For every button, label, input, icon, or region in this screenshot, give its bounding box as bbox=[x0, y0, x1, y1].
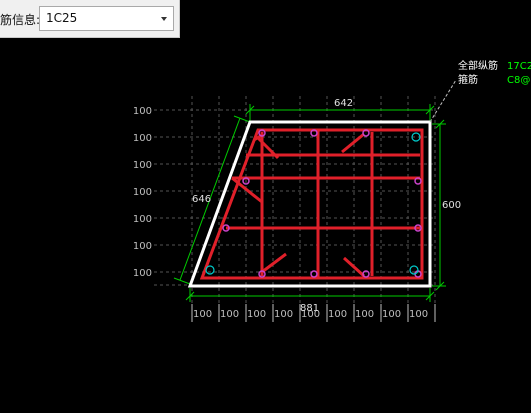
corner-marker bbox=[409, 265, 419, 275]
corner-marker bbox=[205, 265, 215, 275]
left-grid-ticks: 100 100 100 100 100 100 100 bbox=[133, 106, 152, 279]
outer-stirrup bbox=[199, 128, 424, 280]
grid-tick-label: 100 bbox=[274, 309, 293, 320]
dimension-right: 600 bbox=[442, 200, 461, 211]
legend-stirrup-label: 箍筋 bbox=[458, 73, 478, 86]
grid-tick-label: 100 bbox=[133, 268, 152, 279]
grid-tick-label: 100 bbox=[220, 309, 239, 320]
grid-tick-label: 100 bbox=[193, 309, 212, 320]
grid-tick-label: 100 bbox=[133, 241, 152, 252]
rebar-legend: 全部纵筋 17C2 箍筋 C8@1 bbox=[458, 59, 531, 86]
dimension-top: 642 bbox=[334, 98, 353, 109]
legend-leader bbox=[429, 79, 457, 123]
legend-stirrup-value: C8@1 bbox=[507, 75, 531, 86]
grid-tick-label: 100 bbox=[247, 309, 266, 320]
rebar-points bbox=[222, 129, 422, 278]
grid-tick-label: 100 bbox=[133, 160, 152, 171]
grid-tick-label: 100 bbox=[133, 187, 152, 198]
dimension-left: 646 bbox=[192, 194, 211, 205]
grid-tick-label: 100 bbox=[355, 309, 374, 320]
section-drawing[interactable]: 100 100 100 100 100 100 100 100 100 100 … bbox=[0, 0, 531, 413]
rebar-point bbox=[310, 270, 318, 278]
legend-longitudinal-value: 17C2 bbox=[507, 61, 531, 72]
grid-tick-label: 100 bbox=[382, 309, 401, 320]
grid-tick-label: 100 bbox=[133, 106, 152, 117]
section-outline bbox=[187, 120, 432, 288]
legend-longitudinal-label: 全部纵筋 bbox=[458, 59, 498, 72]
grid-tick-label: 100 bbox=[133, 214, 152, 225]
grid-tick-label: 100 bbox=[133, 133, 152, 144]
rebar-ties bbox=[226, 130, 420, 278]
grid-tick-label: 100 bbox=[409, 309, 428, 320]
dimension-bottom: 881 bbox=[300, 303, 319, 314]
grid-tick-label: 100 bbox=[328, 309, 347, 320]
